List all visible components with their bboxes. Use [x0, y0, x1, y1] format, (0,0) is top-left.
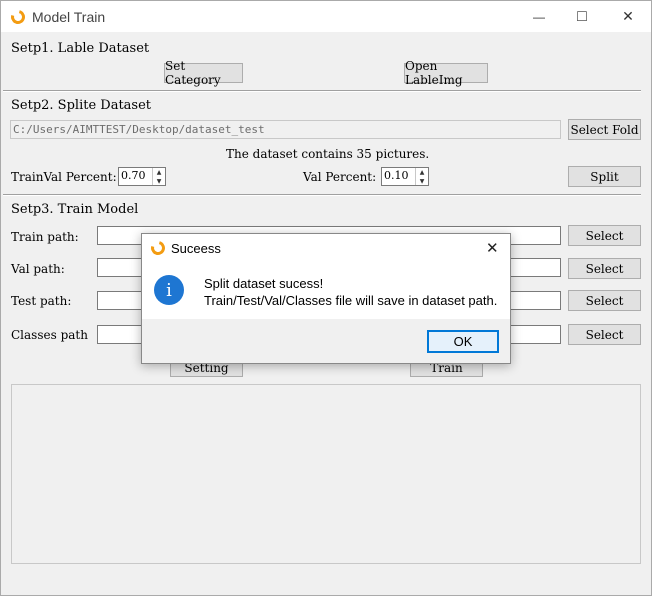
spin-up-icon[interactable]: ▲ [153, 168, 165, 177]
dialog-app-icon [148, 238, 168, 258]
dialog-message-line2: Train/Test/Val/Classes file will save in… [204, 293, 498, 308]
maximize-button[interactable]: □ [559, 1, 605, 32]
step1-title: Setp1. Lable Dataset [11, 41, 150, 56]
ok-button[interactable]: OK [427, 330, 499, 353]
split-button[interactable]: Split [568, 166, 641, 187]
divider-1 [3, 90, 641, 92]
close-button[interactable]: ✕ [605, 1, 651, 32]
log-output-area[interactable] [11, 384, 641, 564]
val-percent-spinbox[interactable]: 0.10 ▲ ▼ [381, 167, 429, 186]
spin-up-icon[interactable]: ▲ [416, 168, 428, 177]
select-classes-path-button[interactable]: Select [568, 324, 641, 345]
set-category-button[interactable]: Set Category [164, 59, 243, 87]
minimize-button[interactable]: — [516, 1, 562, 32]
open-labelimg-button[interactable]: Open LableImg [404, 59, 488, 87]
dialog-message-line1: Split dataset sucess! [204, 276, 324, 291]
val-percent-label: Val Percent: [303, 170, 377, 184]
dataset-path-field[interactable]: C:/Users/AIMTTEST/Desktop/dataset_test [10, 120, 561, 139]
dataset-info-text: The dataset contains 35 pictures. [226, 147, 430, 161]
step2-title: Setp2. Splite Dataset [11, 98, 152, 113]
dialog-close-button[interactable]: ✕ [486, 239, 499, 257]
divider-2 [3, 194, 641, 196]
trainval-spinbox[interactable]: 0.70 ▲ ▼ [118, 167, 166, 186]
window-title: Model Train [32, 9, 106, 25]
spin-down-icon[interactable]: ▼ [416, 177, 428, 186]
test-path-label: Test path: [11, 294, 72, 308]
title-bar: Model Train — □ ✕ [1, 1, 651, 32]
success-dialog: Suceess ✕ i Split dataset sucess! Train/… [141, 233, 511, 364]
select-train-path-button[interactable]: Select [568, 225, 641, 246]
spin-down-icon[interactable]: ▼ [153, 177, 165, 186]
info-icon: i [154, 275, 184, 305]
select-fold-button[interactable]: Select Fold [568, 119, 641, 140]
val-path-label: Val path: [11, 262, 65, 276]
select-val-path-button[interactable]: Select [568, 258, 641, 279]
train-path-label: Train path: [11, 230, 79, 244]
val-percent-value: 0.10 [384, 169, 409, 182]
spinbox-arrows[interactable]: ▲ ▼ [415, 168, 428, 185]
select-test-path-button[interactable]: Select [568, 290, 641, 311]
dialog-title: Suceess [171, 241, 221, 256]
trainval-value: 0.70 [121, 169, 146, 182]
step3-title: Setp3. Train Model [11, 202, 139, 217]
trainval-label: TrainVal Percent: [11, 170, 117, 184]
app-logo-icon [8, 7, 28, 27]
main-window: Model Train — □ ✕ Setp1. Lable Dataset S… [0, 0, 652, 596]
classes-path-label: Classes path [11, 328, 88, 342]
spinbox-arrows[interactable]: ▲ ▼ [152, 168, 165, 185]
